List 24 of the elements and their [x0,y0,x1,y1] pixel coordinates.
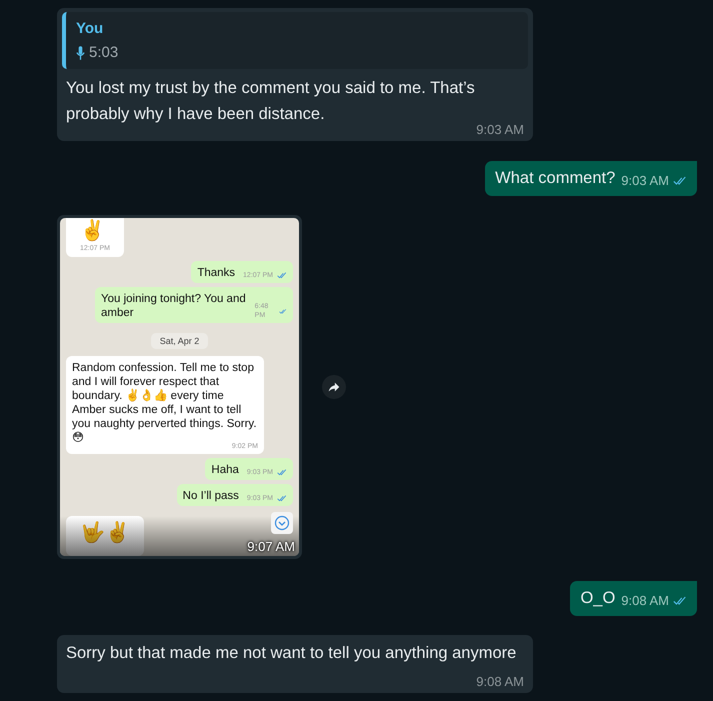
voice-duration: 5:03 [89,43,118,63]
message-text: No I’ll pass [182,489,239,503]
date-chip: Sat, Apr 2 [150,333,208,349]
forward-button[interactable] [322,375,346,399]
chevron-down-icon [274,515,290,531]
scroll-down-button[interactable] [271,512,293,534]
message-text: What comment? [495,168,616,189]
microphone-icon [76,46,85,60]
message-text: Sorry but that made me not want to tell you anything anymore [66,643,516,664]
message-time: 9:07 AM [247,539,295,555]
message-text: Haha [211,463,239,477]
message-text: You joining tonight? You and amber [101,292,247,320]
message-time: 9:08 AM [476,674,524,690]
emoji: ✌ [80,218,105,244]
message-text: You lost my trust by the comment you said to me. That’s probably why I have been distance. [66,78,476,125]
message-time: 9:03 AM [621,173,669,189]
emoji: 🤟✌ [80,520,130,546]
message-text: O_O [580,588,616,609]
message-text: Random confession. Tell me to stop and I will forever respect that boundary. ✌👌👍 every time Amber sucks me off, I want to tell you naughty perverted things. Sorry. 😳 [72,361,257,444]
message-text: Thanks [197,266,236,280]
quote-author: You [76,19,104,39]
forward-icon [327,380,341,394]
message-time: 9:08 AM [621,593,669,609]
message-time: 9:03 AM [476,122,524,138]
